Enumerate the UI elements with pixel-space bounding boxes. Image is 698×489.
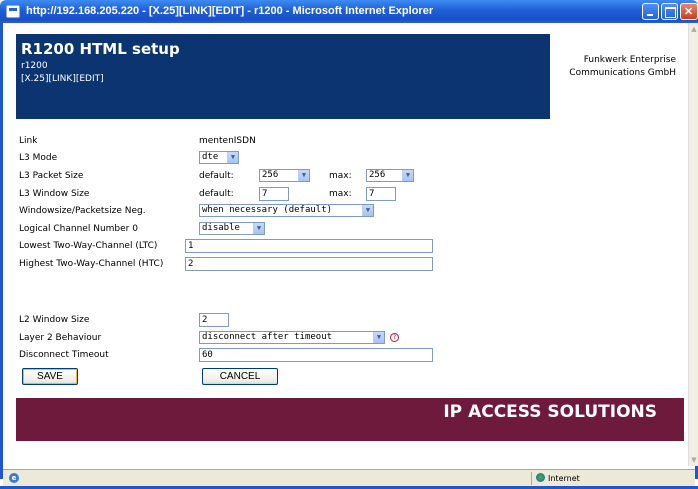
l2-window-size-label: L2 Window Size — [19, 315, 90, 325]
banner-text: IP ACCESS SOLUTIONS — [443, 402, 657, 422]
device-name: r1200 — [21, 61, 48, 71]
scroll-up-icon[interactable]: ▲ — [689, 23, 698, 35]
disconnect-timeout-label: Disconnect Timeout — [19, 350, 109, 360]
breadcrumb: [X.25][LINK][EDIT] — [21, 74, 104, 84]
window-title: http://192.168.205.220 - [X.25][LINK][ED… — [26, 5, 434, 17]
chevron-down-icon[interactable]: ▼ — [298, 170, 309, 181]
l3-mode-select[interactable]: dte ▼ — [199, 151, 239, 164]
security-zone: Internet — [536, 473, 580, 483]
link-value: mentenISDN — [199, 136, 256, 146]
window-frame-left — [0, 23, 3, 479]
cancel-button[interactable]: CANCEL — [202, 368, 278, 385]
l3-window-size-label: L3 Window Size — [19, 189, 90, 199]
ie-icon: e — [9, 473, 19, 483]
l3-packet-size-label: L3 Packet Size — [19, 171, 84, 181]
page-header: R1200 HTML setup r1200 [X.25][LINK][EDIT… — [16, 34, 684, 119]
save-button[interactable]: SAVE — [22, 368, 78, 385]
company-name-line2: Communications GmbH — [569, 68, 676, 78]
l3-packet-default-select[interactable]: 256 ▼ — [259, 169, 310, 182]
help-icon[interactable]: ? — [390, 333, 399, 342]
ltc-label: Lowest Two-Way-Channel (LTC) — [19, 241, 158, 251]
chevron-down-icon[interactable]: ▼ — [362, 205, 373, 216]
chevron-down-icon[interactable]: ▼ — [373, 332, 384, 343]
l3-packet-default-value: 256 — [262, 170, 279, 180]
l3-packet-max-select[interactable]: 256 ▼ — [366, 169, 414, 182]
lcn0-label: Logical Channel Number 0 — [19, 224, 138, 234]
l3-packet-max-value: 256 — [369, 170, 386, 180]
status-divider — [531, 472, 532, 485]
window-packet-neg-value: when necessary (default) — [202, 205, 333, 215]
chevron-down-icon[interactable]: ▼ — [402, 170, 413, 181]
link-label: Link — [19, 136, 38, 146]
window-titlebar: http://192.168.205.220 - [X.25][LINK][ED… — [0, 0, 698, 23]
page-title: R1200 HTML setup — [21, 40, 180, 58]
l3-window-default-label: default: — [199, 189, 234, 199]
l2-behaviour-select[interactable]: disconnect after timeout ▼ — [199, 331, 385, 344]
l3-window-max-input[interactable]: 7 — [366, 187, 396, 201]
ltc-input[interactable]: 1 — [185, 239, 433, 253]
l3-mode-value: dte — [202, 152, 219, 162]
status-bar: e Internet — [3, 469, 695, 486]
l2-behaviour-label: Layer 2 Behaviour — [19, 333, 102, 343]
chevron-down-icon[interactable]: ▼ — [253, 223, 264, 234]
ie-page-icon — [6, 5, 20, 18]
htc-label: Highest Two-Way-Channel (HTC) — [19, 259, 164, 269]
l3-mode-label: L3 Mode — [19, 153, 58, 163]
l3-window-max-label: max: — [329, 189, 352, 199]
vertical-scrollbar[interactable]: ▲ ▼ — [688, 23, 698, 466]
close-button[interactable] — [680, 3, 698, 20]
footer-banner: IP ACCESS SOLUTIONS — [16, 398, 684, 441]
disconnect-timeout-input[interactable]: 60 — [199, 348, 433, 362]
htc-input[interactable]: 2 — [185, 257, 433, 271]
window-packet-neg-label: Windowsize/Packetsize Neg. — [19, 206, 146, 216]
security-zone-label: Internet — [548, 474, 580, 483]
window-packet-neg-select[interactable]: when necessary (default) ▼ — [199, 204, 374, 217]
company-logo-box: Funkwerk Enterprise Communications GmbH — [550, 34, 684, 119]
l3-packet-max-label: max: — [329, 171, 352, 181]
minimize-button[interactable] — [642, 3, 659, 20]
l2-window-size-input[interactable]: 2 — [199, 313, 229, 327]
lcn0-value: disable — [202, 223, 240, 233]
company-name-line1: Funkwerk Enterprise — [583, 55, 676, 65]
globe-icon — [536, 473, 545, 482]
scroll-down-icon[interactable]: ▼ — [689, 454, 698, 466]
maximize-button[interactable] — [661, 3, 678, 20]
lcn0-select[interactable]: disable ▼ — [199, 222, 265, 235]
chevron-down-icon[interactable]: ▼ — [227, 152, 238, 163]
l2-behaviour-value: disconnect after timeout — [202, 332, 333, 342]
l3-window-default-input[interactable]: 7 — [259, 187, 289, 201]
l3-packet-default-label: default: — [199, 171, 234, 181]
